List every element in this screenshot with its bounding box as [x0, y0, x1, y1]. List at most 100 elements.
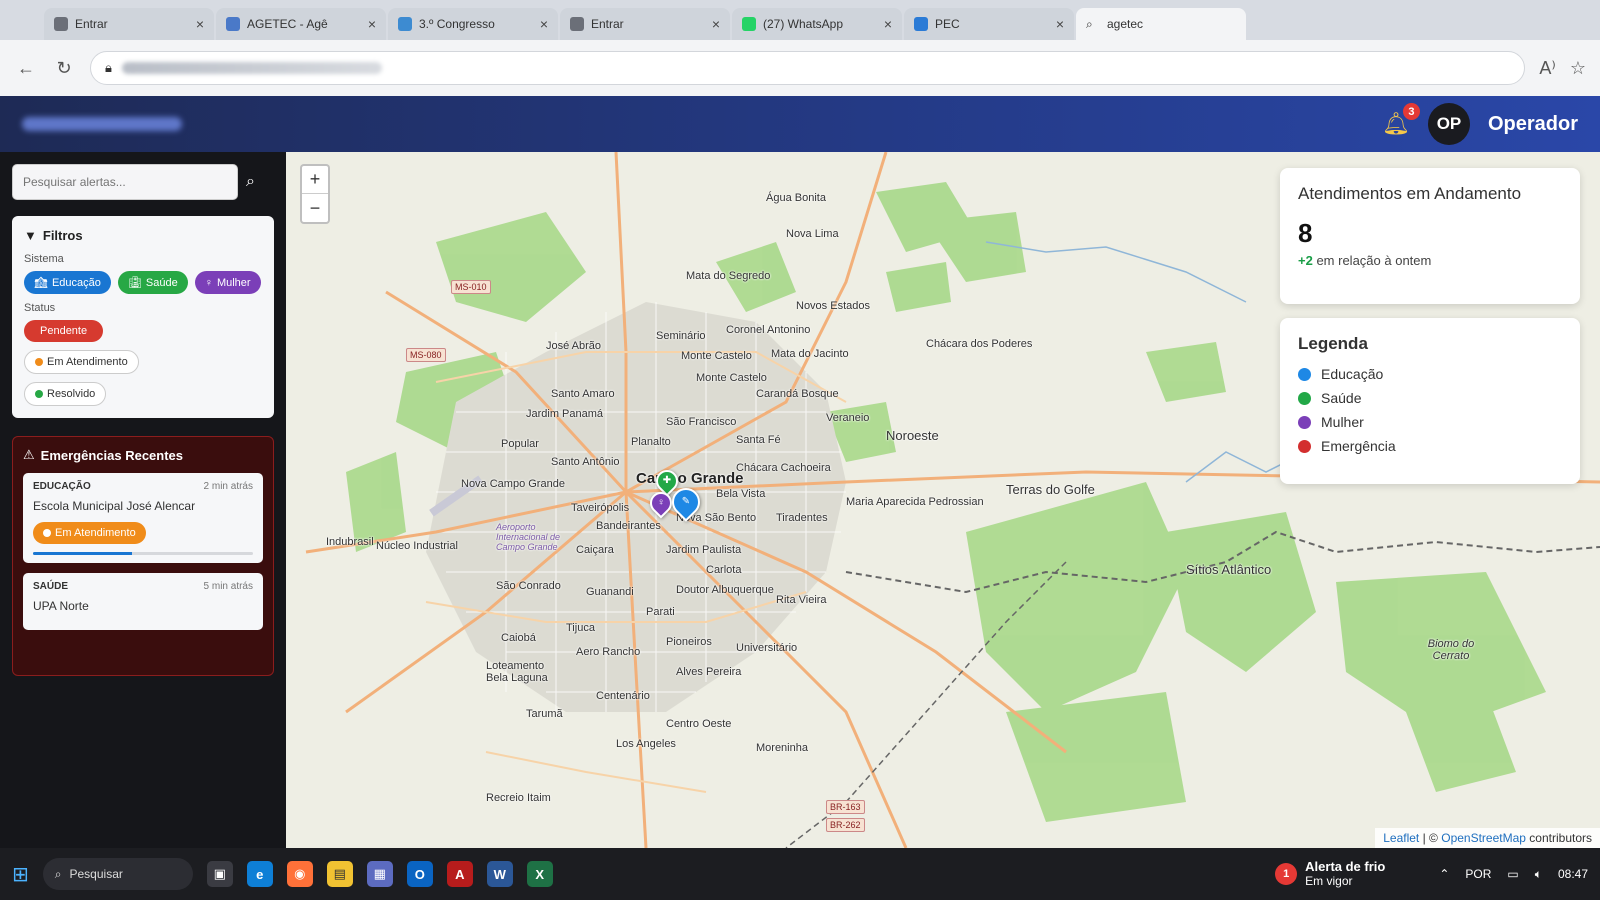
map-label: Maria Aparecida Pedrossian [846, 496, 984, 508]
zoom-in-button[interactable]: + [302, 166, 328, 194]
emergency-card[interactable]: SAÚDE 5 min atrás UPA Norte [23, 573, 263, 630]
store-icon[interactable]: ▦ [366, 861, 393, 887]
close-icon[interactable]: × [368, 16, 376, 32]
clock[interactable]: 08:47 [1558, 867, 1588, 881]
chip-label: Educação [51, 276, 101, 289]
emergencies-title: ⚠ Emergências Recentes [23, 447, 263, 463]
map-label: Biomo do Cerrato [1427, 638, 1475, 662]
weather-alert-text: Alerta de frio Em vigor [1305, 859, 1385, 889]
filter-chip-saude[interactable]: 🏥︎ Saúde [117, 271, 188, 294]
browser-tab[interactable]: AGETEC - Agê × [216, 8, 386, 40]
map-label: Carlota [706, 564, 742, 576]
url-field[interactable]: 🔒︎ [90, 51, 1526, 85]
task-view-icon[interactable]: ▣ [206, 861, 233, 887]
pdf-reader-icon[interactable]: A [446, 861, 473, 887]
zoom-control: + − [300, 164, 330, 224]
close-icon[interactable]: × [1056, 16, 1064, 32]
excel-icon[interactable]: X [526, 861, 553, 887]
volume-icon[interactable]: 🔈︎ [1535, 867, 1542, 882]
map-label: Recreio Itaim [486, 792, 551, 804]
sistema-label: Sistema [24, 253, 64, 265]
female-icon: ♀ [204, 276, 213, 289]
stats-count: 8 [1298, 218, 1313, 248]
back-icon[interactable]: ← [14, 58, 38, 79]
system-tray: ⌃ POR ▭ 🔈︎ 08:47 [1439, 867, 1588, 882]
map-label: Carandá Bosque [756, 388, 839, 400]
weather-alert[interactable]: 1 Alerta de frio Em vigor [1275, 859, 1385, 889]
map-label: Caiobá [501, 632, 536, 644]
tab-title: (27) WhatsApp [763, 17, 844, 31]
map-label: Popular [501, 438, 539, 450]
browser-tab[interactable]: Entrar × [560, 8, 730, 40]
search-input[interactable] [12, 164, 238, 200]
outlook-icon[interactable]: O [406, 861, 433, 887]
emergency-location: Escola Municipal José Alencar [33, 499, 196, 513]
taskbar-search[interactable]: ⌕ Pesquisar [42, 858, 193, 890]
tab-favicon-icon [914, 17, 928, 31]
filter-chip-pendente[interactable]: Pendente [24, 320, 104, 342]
firefox-icon[interactable]: ◉ [286, 861, 313, 887]
road-shield: MS-010 [451, 280, 491, 294]
file-explorer-icon[interactable]: ▤ [326, 861, 353, 887]
close-icon[interactable]: × [884, 16, 892, 32]
map-label: Mata do Jacinto [771, 348, 849, 360]
map-label: Rita Vieira [776, 594, 827, 606]
status-dot-icon [35, 390, 43, 398]
browser-tab-active[interactable]: ⌕ agetec [1076, 8, 1246, 40]
filter-chip-em-atendimento[interactable]: Em Atendimento [24, 350, 139, 374]
legend-label: Educação [1321, 366, 1384, 382]
close-icon[interactable]: × [540, 16, 548, 32]
zoom-out-button[interactable]: − [302, 194, 328, 222]
chip-label: Em Atendimento [47, 356, 128, 368]
search-icon: ⌕ [1086, 17, 1093, 31]
map-label: Planalto [631, 436, 671, 448]
tab-title: PEC [935, 17, 960, 31]
browser-tab[interactable]: 3.º Congresso × [388, 8, 558, 40]
browser-tab[interactable]: Entrar × [44, 8, 214, 40]
filter-chip-resolvido[interactable]: Resolvido [24, 382, 107, 406]
user-name[interactable]: Operador [1488, 113, 1578, 136]
os-taskbar: ⊞ ⌕ Pesquisar ▣ e ◉ ▤ ▦ O A W X 1 Alerta… [0, 848, 1600, 900]
legend-label: Emergência [1321, 438, 1396, 454]
map-label: Jardim Paulista [666, 544, 742, 556]
tab-strip: Entrar × AGETEC - Agê × 3.º Congresso × … [0, 0, 1600, 40]
weather-alert-subtitle: Em vigor [1305, 874, 1353, 888]
weather-alert-badge: 1 [1275, 863, 1298, 885]
map-label: Tarumã [526, 708, 563, 720]
browser-tab[interactable]: (27) WhatsApp × [732, 8, 902, 40]
emergency-card-header: SAÚDE 5 min atrás [33, 581, 253, 592]
search-icon[interactable]: ⌕ [246, 173, 255, 191]
leaflet-link[interactable]: Leaflet [1383, 831, 1419, 845]
windows-start-icon[interactable]: ⊞ [12, 862, 29, 887]
filter-chip-educacao[interactable]: 🏫︎ Educação [24, 271, 111, 294]
notification-bell-icon[interactable]: 🔔︎ 3 [1382, 103, 1420, 137]
close-icon[interactable]: × [712, 16, 720, 32]
close-icon[interactable]: × [196, 16, 204, 32]
language-indicator[interactable]: POR [1465, 867, 1491, 881]
address-bar-row: ← ↻ 🔒︎ A⁾ ☆ [0, 40, 1600, 96]
status-dot-icon [43, 529, 51, 537]
hospital-icon: ✚ [662, 475, 672, 486]
map-label: São Conrado [496, 580, 561, 592]
school-icon: 🏫︎ [34, 277, 48, 289]
emergency-card[interactable]: EDUCAÇÃO 2 min atrás Escola Municipal Jo… [23, 473, 263, 563]
map-label: Moreninha [756, 742, 808, 754]
read-aloud-icon[interactable]: A⁾ [1539, 58, 1555, 79]
chevron-up-icon[interactable]: ⌃ [1439, 867, 1449, 881]
weather-alert-title: Alerta de frio [1305, 859, 1386, 874]
osm-link[interactable]: OpenStreetMap [1441, 831, 1526, 845]
filter-chip-mulher[interactable]: ♀ Mulher [194, 271, 261, 294]
map-label: Tiradentes [776, 512, 828, 524]
road-shield: MS-080 [406, 348, 446, 362]
browser-chrome: Entrar × AGETEC - Agê × 3.º Congresso × … [0, 0, 1600, 96]
map-label: Indubrasil [326, 536, 374, 548]
edge-browser-icon[interactable]: e [246, 861, 273, 887]
browser-tab[interactable]: PEC × [904, 8, 1074, 40]
avatar[interactable]: OP [1427, 103, 1470, 145]
favorite-star-icon[interactable]: ☆ [1570, 58, 1586, 79]
reload-icon[interactable]: ↻ [52, 58, 76, 79]
map-view[interactable]: + − MS-010 MS-080 BR-163 BR-262 Água Bon… [286, 152, 1600, 848]
word-icon[interactable]: W [486, 861, 513, 887]
network-icon[interactable]: ▭ [1507, 867, 1518, 881]
legend-dot-icon [1298, 391, 1311, 405]
